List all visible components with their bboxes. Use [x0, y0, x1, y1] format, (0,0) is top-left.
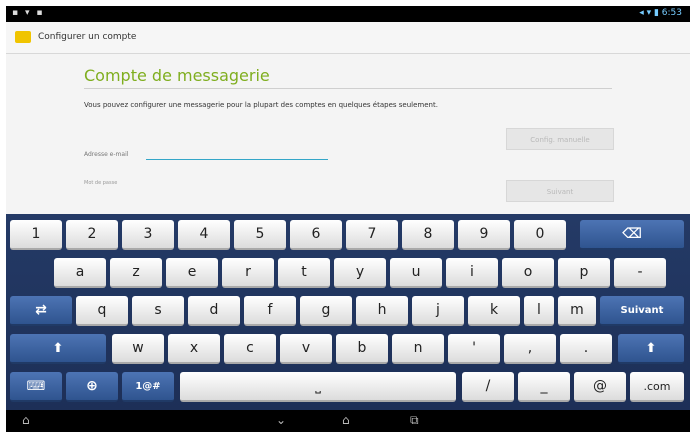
key-6[interactable]: 6 [290, 220, 342, 250]
symbols-key[interactable]: 1@# [122, 372, 174, 402]
shift-icon: ⬆ [52, 341, 64, 356]
key-j[interactable]: j [412, 296, 464, 326]
key-o[interactable]: o [502, 258, 554, 288]
password-label: Mot de passe [84, 180, 118, 186]
key-l[interactable]: l [524, 296, 554, 326]
on-screen-keyboard: 1 2 3 4 5 6 7 8 9 0 ⌫ a z e r t y u i o … [6, 214, 690, 410]
key-g[interactable]: g [300, 296, 352, 326]
setup-form: Compte de messagerie Vous pouvez configu… [6, 54, 690, 214]
next-key[interactable]: Suivant [600, 296, 684, 326]
key-f[interactable]: f [244, 296, 296, 326]
next-button[interactable]: Suivant [506, 180, 614, 202]
key-h[interactable]: h [356, 296, 408, 326]
key-r[interactable]: r [222, 258, 274, 288]
key-0[interactable]: 0 [514, 220, 566, 250]
backspace-icon: ⌫ [622, 226, 642, 242]
key-s[interactable]: s [132, 296, 184, 326]
shift-icon: ⬆ [645, 341, 657, 356]
email-field[interactable] [146, 146, 328, 160]
key-dotcom[interactable]: .com [630, 372, 684, 402]
key-a[interactable]: a [54, 258, 106, 288]
action-bar: Configurer un compte [6, 22, 690, 54]
key-2[interactable]: 2 [66, 220, 118, 250]
setup-description: Vous pouvez configurer une messagerie po… [84, 101, 438, 109]
key-t[interactable]: t [278, 258, 330, 288]
key-c[interactable]: c [224, 334, 276, 364]
swap-icon: ⇄ [35, 302, 47, 318]
space-icon: ⎵ [315, 378, 321, 394]
key-x[interactable]: x [168, 334, 220, 364]
key-w[interactable]: w [112, 334, 164, 364]
recent-apps-icon[interactable]: ⧉ [410, 413, 419, 427]
key-9[interactable]: 9 [458, 220, 510, 250]
key-y[interactable]: y [334, 258, 386, 288]
key-at[interactable]: @ [574, 372, 626, 402]
key-comma[interactable]: , [504, 334, 556, 364]
key-dash[interactable]: - [614, 258, 666, 288]
email-label: Adresse e-mail [84, 151, 129, 158]
keyboard-icon: ⌨ [26, 379, 46, 394]
email-app-icon [15, 31, 31, 43]
key-8[interactable]: 8 [402, 220, 454, 250]
key-3[interactable]: 3 [122, 220, 174, 250]
key-k[interactable]: k [468, 296, 520, 326]
switch-key[interactable]: ⇄ [10, 296, 72, 326]
page-title: Compte de messagerie [84, 66, 270, 85]
key-apostrophe[interactable]: ' [448, 334, 500, 364]
navigation-bar: ⌂ ⌄ ⌂ ⧉ [6, 410, 690, 432]
key-v[interactable]: v [280, 334, 332, 364]
language-key[interactable]: ⊕ [66, 372, 118, 402]
globe-icon: ⊕ [86, 378, 98, 394]
key-e[interactable]: e [166, 258, 218, 288]
title-divider [84, 88, 612, 89]
key-z[interactable]: z [110, 258, 162, 288]
key-slash[interactable]: / [462, 372, 514, 402]
space-key[interactable]: ⎵ [180, 372, 456, 402]
key-i[interactable]: i [446, 258, 498, 288]
key-7[interactable]: 7 [346, 220, 398, 250]
system-icons: ◂ ▾ ▮ 6:53 [639, 8, 682, 18]
key-u[interactable]: u [390, 258, 442, 288]
action-bar-title: Configurer un compte [38, 32, 137, 42]
key-n[interactable]: n [392, 334, 444, 364]
shift-right-key[interactable]: ⬆ [618, 334, 684, 364]
key-p[interactable]: p [558, 258, 610, 288]
key-4[interactable]: 4 [178, 220, 230, 250]
shift-left-key[interactable]: ⬆ [10, 334, 106, 364]
hide-keyboard-icon[interactable]: ⌄ [276, 413, 286, 427]
key-5[interactable]: 5 [234, 220, 286, 250]
keyboard-settings-key[interactable]: ⌨ [10, 372, 62, 402]
key-1[interactable]: 1 [10, 220, 62, 250]
home-screen-icon[interactable]: ⌂ [22, 413, 30, 427]
notification-icons: ▪ ▾ ▪ [12, 8, 45, 18]
key-underscore[interactable]: _ [518, 372, 570, 402]
key-d[interactable]: d [188, 296, 240, 326]
status-bar: ▪ ▾ ▪ ◂ ▾ ▮ 6:53 [6, 6, 690, 22]
key-q[interactable]: q [76, 296, 128, 326]
home-icon[interactable]: ⌂ [342, 413, 350, 427]
manual-setup-button[interactable]: Config. manuelle [506, 128, 614, 150]
key-m[interactable]: m [558, 296, 596, 326]
key-period[interactable]: . [560, 334, 612, 364]
key-b[interactable]: b [336, 334, 388, 364]
backspace-key[interactable]: ⌫ [580, 220, 684, 250]
